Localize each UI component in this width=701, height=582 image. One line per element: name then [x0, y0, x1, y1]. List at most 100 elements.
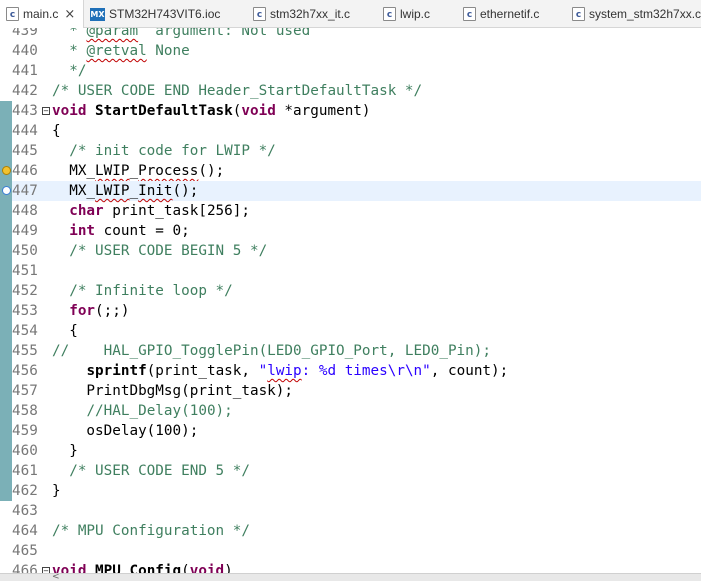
line-number: 439 — [12, 28, 38, 39]
code-line[interactable]: 466− void MPU_Config(void) — [0, 561, 701, 573]
code-line[interactable]: 447 MX_LWIP_Init(); — [0, 181, 701, 201]
line-number: 455 — [12, 343, 38, 359]
tab-stm32h7xx-it-c[interactable]: c stm32h7xx_it.c — [253, 0, 350, 28]
change-marker-bar — [0, 501, 12, 521]
line-number: 441 — [12, 63, 38, 79]
change-marker-bar — [0, 221, 12, 241]
tab-label: main.c — [23, 7, 59, 21]
change-marker-bar — [0, 321, 12, 341]
change-marker-bar — [0, 261, 12, 281]
code-line[interactable]: 461 /* USER CODE END 5 */ — [0, 461, 701, 481]
change-marker-bar — [0, 461, 12, 481]
code-line[interactable]: 455 // HAL_GPIO_TogglePin(LED0_GPIO_Port,… — [0, 341, 701, 361]
code-line[interactable]: 440 * @retval None — [0, 41, 701, 61]
line-number: 440 — [12, 43, 38, 59]
c-file-icon: c — [383, 7, 396, 21]
change-marker-bar — [0, 541, 12, 561]
tab-label: system_stm32h7xx.c — [589, 7, 701, 21]
code-line[interactable]: 441 */ — [0, 61, 701, 81]
line-number: 462 — [12, 483, 38, 499]
code-line[interactable]: 458 //HAL_Delay(100); — [0, 401, 701, 421]
code-line[interactable]: 449 int count = 0; — [0, 221, 701, 241]
line-number: 463 — [12, 503, 38, 519]
code-text: void StartDefaultTask(void *argument) — [52, 103, 371, 119]
editor-tab-bar: c main.c × MX STM32H743VIT6.ioc c stm32h… — [0, 0, 701, 28]
c-file-icon: c — [463, 7, 476, 21]
line-number: 461 — [12, 463, 38, 479]
code-text: MX_LWIP_Process(); — [52, 163, 225, 179]
code-line[interactable]: 446 MX_LWIP_Process(); — [0, 161, 701, 181]
horizontal-scrollbar[interactable]: < — [0, 572, 701, 582]
code-line[interactable]: 443− void StartDefaultTask(void *argument… — [0, 101, 701, 121]
line-number: 465 — [12, 543, 38, 559]
code-lines: 439 * @param argument: Not used 440 * @re… — [0, 28, 701, 573]
change-marker-bar — [0, 441, 12, 461]
code-text: { — [52, 123, 61, 139]
code-text: //HAL_Delay(100); — [86, 403, 233, 419]
code-text: /* init code for LWIP */ — [52, 143, 276, 159]
code-line[interactable]: 460 } — [0, 441, 701, 461]
change-marker-bar — [0, 141, 12, 161]
line-number: 448 — [12, 203, 38, 219]
code-line[interactable]: 453 for(;;) — [0, 301, 701, 321]
code-line[interactable]: 442 /* USER CODE END Header_StartDefaultT… — [0, 81, 701, 101]
code-line[interactable]: 457 PrintDbgMsg(print_task); — [0, 381, 701, 401]
code-text: */ — [52, 63, 87, 79]
line-number: 442 — [12, 83, 38, 99]
code-line[interactable]: 456 sprintf(print_task, "lwip: %d times\… — [0, 361, 701, 381]
line-number: 453 — [12, 303, 38, 319]
fold-toggle-icon[interactable]: − — [42, 107, 50, 115]
code-text: * @retval None — [52, 43, 190, 59]
line-number: 451 — [12, 263, 38, 279]
change-marker-bar — [0, 381, 12, 401]
code-text: /* Infinite loop */ — [52, 283, 233, 299]
line-number: 446 — [12, 163, 38, 179]
code-line[interactable]: 448 char print_task[256]; — [0, 201, 701, 221]
code-line[interactable]: 465 — [0, 541, 701, 561]
change-marker-bar — [0, 241, 12, 261]
code-line[interactable]: 464 /* MPU Configuration */ — [0, 521, 701, 541]
code-line[interactable]: 451 — [0, 261, 701, 281]
tab-stm32h743vit6-ioc[interactable]: MX STM32H743VIT6.ioc — [90, 0, 220, 28]
code-text: /* USER CODE END 5 */ — [52, 463, 250, 479]
code-line[interactable]: 445 /* init code for LWIP */ — [0, 141, 701, 161]
code-text: MX_LWIP_Init(); — [52, 183, 199, 199]
line-number: 464 — [12, 523, 38, 539]
line-number: 457 — [12, 383, 38, 399]
tab-ethernetif-c[interactable]: c ethernetif.c — [463, 0, 539, 28]
tab-main-c[interactable]: c main.c × — [0, 0, 84, 28]
code-editor[interactable]: 439 * @param argument: Not used 440 * @re… — [0, 28, 701, 573]
code-line[interactable]: 452 /* Infinite loop */ — [0, 281, 701, 301]
tab-label: ethernetif.c — [480, 7, 540, 21]
code-line[interactable]: 463 — [0, 501, 701, 521]
code-text: for(;;) — [69, 303, 130, 319]
occurrence-marker-icon[interactable] — [2, 186, 11, 195]
close-icon[interactable]: × — [64, 7, 75, 22]
code-line[interactable]: 450 /* USER CODE BEGIN 5 */ — [0, 241, 701, 261]
line-number: 466 — [12, 563, 38, 573]
code-text: /* MPU Configuration */ — [52, 523, 250, 539]
line-number: 450 — [12, 243, 38, 259]
code-line[interactable]: 444 { — [0, 121, 701, 141]
code-text: char print_task[256]; — [69, 203, 250, 219]
line-number: 459 — [12, 423, 38, 439]
warning-marker-icon[interactable] — [2, 166, 11, 175]
code-line[interactable]: 439 * @param argument: Not used — [0, 28, 701, 41]
code-text: // HAL_GPIO_TogglePin(LED0_GPIO_Port, LE… — [52, 343, 491, 359]
line-number: 445 — [12, 143, 38, 159]
tab-lwip-c[interactable]: c lwip.c — [383, 0, 430, 28]
line-number: 444 — [12, 123, 38, 139]
code-text: int count = 0; — [69, 223, 190, 239]
line-number: 452 — [12, 283, 38, 299]
change-marker-bar — [0, 81, 12, 101]
code-text: } — [52, 443, 78, 459]
code-line[interactable]: 459 osDelay(100); — [0, 421, 701, 441]
code-text: osDelay(100); — [52, 423, 199, 439]
line-number: 443 — [12, 103, 38, 119]
change-marker-bar — [0, 121, 12, 141]
change-marker-bar — [0, 421, 12, 441]
tab-system-stm32h7xx-c[interactable]: c system_stm32h7xx.c — [572, 0, 701, 28]
tab-label: STM32H743VIT6.ioc — [109, 7, 221, 21]
code-line[interactable]: 454 { — [0, 321, 701, 341]
code-line[interactable]: 462} — [0, 481, 701, 501]
